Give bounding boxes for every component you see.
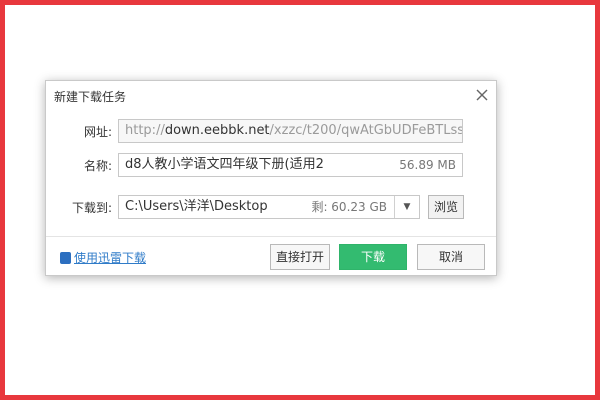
file-name-field[interactable]: d8人教小学语文四年级下册(适用2 56.89 MB (118, 153, 463, 177)
download-button[interactable]: 下载 (339, 244, 407, 270)
dialog-title: 新建下载任务 (54, 90, 127, 104)
use-thunder-label: 使用迅雷下载 (74, 251, 147, 265)
save-path-value: C:\Users\洋洋\Desktop (125, 199, 268, 214)
file-name-value: d8人教小学语文四年级下册(适用2 (125, 157, 324, 172)
new-download-dialog: 新建下载任务 网址: http://down.eebbk.net/xzzc/t2… (45, 80, 497, 276)
url-field[interactable]: http://down.eebbk.net/xzzc/t200/qwAtGbUD… (118, 119, 463, 143)
free-space: 剩: 60.23 GB (311, 200, 387, 214)
url-path: /xzzc/t200/qwAtGbUDFeBTLssc (269, 123, 463, 138)
thunder-app-icon (60, 252, 71, 264)
use-thunder-link[interactable]: 使用迅雷下载 (60, 249, 146, 266)
url-label: 网址: (83, 125, 112, 139)
url-domain: down.eebbk.net (164, 123, 270, 138)
close-icon[interactable] (474, 87, 490, 103)
url-prefix: http:// (125, 123, 165, 138)
chevron-down-icon[interactable]: ▼ (394, 196, 419, 218)
divider (46, 236, 496, 237)
save-to-label: 下载到: (71, 201, 112, 215)
save-path-field[interactable]: C:\Users\洋洋\Desktop 剩: 60.23 GB ▼ (118, 195, 420, 219)
file-size: 56.89 MB (399, 158, 456, 172)
name-label: 名称: (83, 159, 112, 173)
browse-button[interactable]: 浏览 (428, 195, 464, 219)
cancel-button[interactable]: 取消 (417, 244, 485, 270)
open-directly-button[interactable]: 直接打开 (270, 244, 330, 270)
